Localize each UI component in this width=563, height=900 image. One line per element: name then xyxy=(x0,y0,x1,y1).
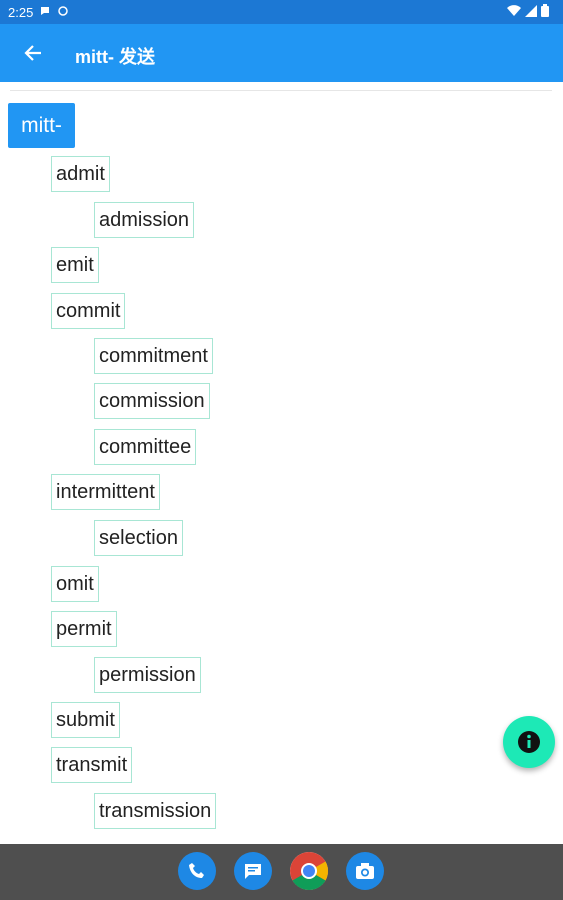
back-button[interactable] xyxy=(18,38,48,68)
tree-node-committee[interactable]: committee xyxy=(94,429,197,465)
status-time: 2:25 xyxy=(8,4,34,20)
messages-icon[interactable] xyxy=(234,852,272,890)
arrow-back-icon xyxy=(24,45,41,61)
signal-icon xyxy=(525,4,537,20)
chrome-icon[interactable] xyxy=(290,852,328,890)
tree-node-transmission[interactable]: transmission xyxy=(94,793,217,829)
tree-node-omit[interactable]: omit xyxy=(51,566,99,602)
app-bar: mitt- 发送 xyxy=(0,24,563,82)
info-fab-button[interactable] xyxy=(503,716,555,768)
battery-icon xyxy=(541,4,549,20)
tree-node-emit[interactable]: emit xyxy=(51,247,99,283)
tree-node-permit[interactable]: permit xyxy=(51,611,117,647)
page-title: mitt- 发送 xyxy=(75,47,155,67)
info-icon xyxy=(518,731,540,753)
tree-node-intermittent[interactable]: intermittent xyxy=(51,474,160,510)
sync-icon xyxy=(57,5,69,20)
nav-bar xyxy=(0,844,563,900)
tree-node-submit[interactable]: submit xyxy=(51,702,120,738)
tree-root-node[interactable]: mitt- xyxy=(8,103,75,148)
status-bar: 2:25 xyxy=(0,0,563,24)
tree-node-selection[interactable]: selection xyxy=(94,520,183,556)
phone-icon[interactable] xyxy=(178,852,216,890)
tree-node-permission[interactable]: permission xyxy=(94,657,201,693)
tree-node-commission[interactable]: commission xyxy=(94,383,210,419)
tree-node-commitment[interactable]: commitment xyxy=(94,338,213,374)
camera-icon[interactable] xyxy=(346,852,384,890)
tree-node-admission[interactable]: admission xyxy=(94,202,195,238)
chat-icon xyxy=(39,5,51,20)
tree-node-admit[interactable]: admit xyxy=(51,156,110,192)
divider xyxy=(10,90,552,91)
tree-node-transmit[interactable]: transmit xyxy=(51,747,133,783)
tree-node-commit[interactable]: commit xyxy=(51,293,126,329)
wifi-icon xyxy=(507,4,521,20)
